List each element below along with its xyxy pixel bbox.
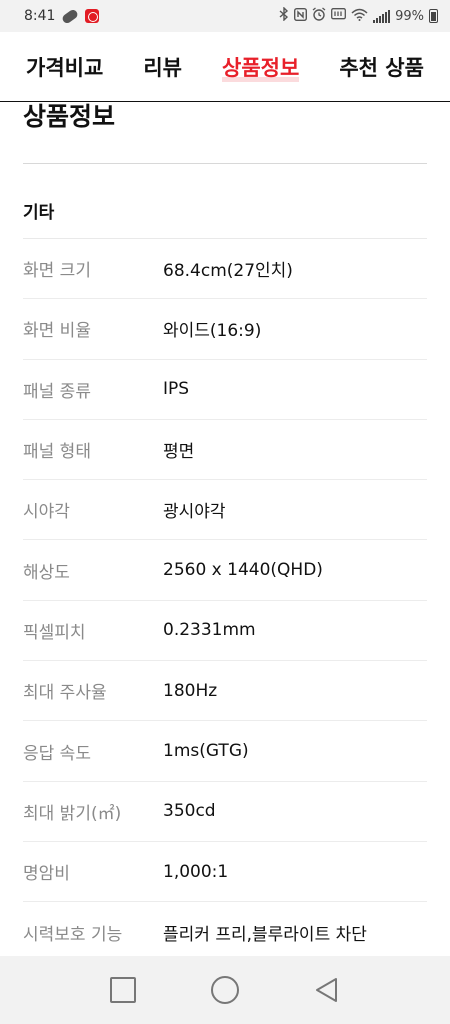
spec-value: IPS [163,379,190,400]
spec-value: 2560 x 1440(QHD) [163,560,323,581]
product-info-section: 상품정보 기타 화면 크기 68.4cm(27인치) 화면 비율 와이드(16:… [23,102,427,963]
spec-row: 시력보호 기능 플리커 프리,블루라이트 차단 [23,902,427,962]
spec-row: 화면 비율 와이드(16:9) [23,299,427,360]
back-icon[interactable] [312,975,342,1005]
spec-row: 시야각 광시야각 [23,480,427,541]
status-time: 8:41 [24,8,56,24]
spec-row: 패널 형태 평면 [23,420,427,481]
alarm-icon [312,7,326,25]
battery-icon [429,9,438,23]
tab-recommended[interactable]: 추천 상품 [335,46,428,88]
spec-label: 화면 크기 [23,261,91,282]
app-notification-icon [85,9,100,23]
spec-row: 최대 밝기(㎡) 350cd [23,782,427,842]
recent-apps-icon[interactable] [108,975,138,1005]
tab-price-compare[interactable]: 가격비교 [22,46,107,88]
tab-reviews[interactable]: 리뷰 [139,46,186,88]
pill-icon [61,8,80,25]
spec-label: 시야각 [23,502,70,523]
spec-row: 패널 종류 IPS [23,360,427,420]
home-icon[interactable] [210,975,240,1005]
nfc-icon [294,7,308,25]
spec-value: 350cd [163,801,216,822]
spec-value: 1,000:1 [163,861,229,882]
spec-group-title: 기타 [23,164,427,239]
spec-row: 픽셀피치 0.2331mm [23,601,427,662]
spec-row: 명암비 1,000:1 [23,842,427,903]
spec-value: 광시야각 [163,502,226,523]
spec-label: 명암비 [23,864,70,885]
spec-label: 최대 밝기(㎡) [23,803,122,824]
spec-value: 0.2331mm [163,620,256,641]
lte-icon [331,7,347,25]
spec-label: 해상도 [23,562,70,583]
product-tab-bar: 가격비교 리뷰 상품정보 추천 상품 [0,32,450,102]
battery-percent: 99% [395,8,424,24]
spec-value: 1ms(GTG) [163,741,249,762]
spec-label: 화면 비율 [23,321,91,342]
spec-label: 패널 형태 [23,442,91,463]
spec-label: 응답 속도 [23,743,91,764]
spec-row: 응답 속도 1ms(GTG) [23,721,427,782]
spec-row: 해상도 2560 x 1440(QHD) [23,540,427,601]
spec-label: 픽셀피치 [23,622,86,643]
spec-label: 최대 주사율 [23,683,107,704]
tab-product-info[interactable]: 상품정보 [218,46,303,88]
spec-label: 패널 종류 [23,381,91,402]
spec-value: 평면 [163,442,195,463]
spec-value: 180Hz [163,680,218,701]
spec-value: 68.4cm(27인치) [163,261,293,282]
spec-label: 시력보호 기능 [23,924,123,945]
section-title: 상품정보 [23,102,427,164]
signal-icon [373,9,391,23]
spec-value: 와이드(16:9) [163,321,262,342]
status-bar: 8:41 99% [0,0,450,32]
spec-row: 화면 크기 68.4cm(27인치) [23,239,427,300]
spec-row: 최대 주사율 180Hz [23,661,427,722]
spec-value: 플리커 프리,블루라이트 차단 [163,924,367,945]
system-nav-bar [0,956,450,1024]
bluetooth-icon [279,6,289,25]
wifi-icon [351,8,368,25]
